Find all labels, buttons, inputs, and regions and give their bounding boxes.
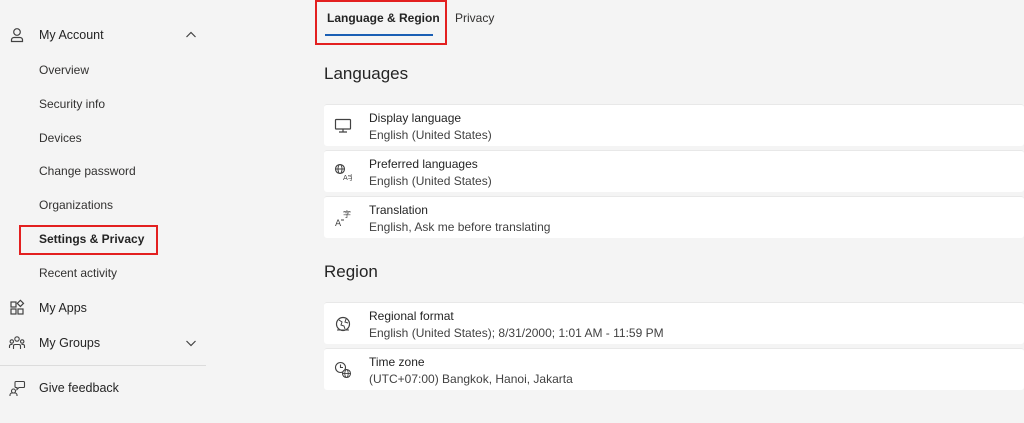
sidebar-divider [0, 365, 206, 366]
translation-card[interactable]: 字 A Translation English, Ask me before t… [324, 196, 1024, 238]
svg-text:A字: A字 [343, 173, 352, 181]
chevron-down-icon[interactable] [184, 336, 198, 350]
sidebar-item-organizations[interactable]: Organizations [39, 194, 113, 216]
nav-my-apps[interactable]: My Apps [0, 291, 206, 325]
preferred-languages-title: Preferred languages [369, 157, 478, 171]
translate-icon: 字 A [335, 209, 351, 227]
translation-title: Translation [369, 203, 428, 217]
preferred-languages-value: English (United States) [369, 174, 492, 188]
sidebar: My Account Overview Security info Device… [0, 0, 206, 423]
languages-section-title: Languages [324, 64, 409, 83]
region-section-title: Region [324, 262, 378, 281]
time-zone-title: Time zone [369, 355, 425, 369]
nav-my-account[interactable]: My Account [0, 18, 206, 52]
apps-icon [10, 299, 25, 315]
display-language-value: English (United States) [369, 128, 492, 142]
sidebar-item-recent-activity[interactable]: Recent activity [39, 262, 117, 284]
nav-my-apps-label: My Apps [39, 301, 87, 315]
tab-privacy[interactable]: Privacy [455, 6, 494, 30]
time-zone-icon [334, 361, 352, 379]
sidebar-item-devices[interactable]: Devices [39, 127, 82, 149]
globe-language-icon: A字 [334, 163, 352, 181]
feedback-icon [9, 380, 26, 396]
regional-format-card[interactable]: Regional format English (United States);… [324, 302, 1024, 344]
monitor-icon [334, 118, 352, 133]
svg-text:字: 字 [343, 209, 351, 219]
settings-privacy-highlight-box [19, 225, 158, 255]
sidebar-item-security-info[interactable]: Security info [39, 93, 105, 115]
time-zone-card[interactable]: Time zone (UTC+07:00) Bangkok, Hanoi, Ja… [324, 348, 1024, 390]
nav-give-feedback-label: Give feedback [39, 381, 119, 395]
nav-give-feedback[interactable]: Give feedback [0, 371, 206, 405]
language-region-highlight-box [315, 0, 447, 45]
sidebar-item-overview[interactable]: Overview [39, 59, 89, 81]
display-language-title: Display language [369, 111, 462, 125]
sidebar-item-change-password[interactable]: Change password [39, 160, 136, 182]
svg-text:A: A [335, 219, 342, 227]
regional-format-icon [335, 316, 351, 332]
groups-icon [8, 336, 26, 349]
person-icon [10, 28, 24, 43]
time-zone-value: (UTC+07:00) Bangkok, Hanoi, Jakarta [369, 372, 573, 386]
translation-value: English, Ask me before translating [369, 220, 551, 234]
nav-my-groups[interactable]: My Groups [0, 326, 206, 360]
chevron-up-icon[interactable] [184, 28, 198, 42]
display-language-card[interactable]: Display language English (United States) [324, 104, 1024, 146]
nav-my-groups-label: My Groups [39, 336, 101, 350]
main-content: Language & Region Privacy Languages Disp… [206, 0, 1024, 423]
nav-my-account-label: My Account [39, 28, 104, 42]
regional-format-value: English (United States); 8/31/2000; 1:01… [369, 326, 664, 340]
preferred-languages-card[interactable]: A字 Preferred languages English (United S… [324, 150, 1024, 192]
regional-format-title: Regional format [369, 309, 454, 323]
